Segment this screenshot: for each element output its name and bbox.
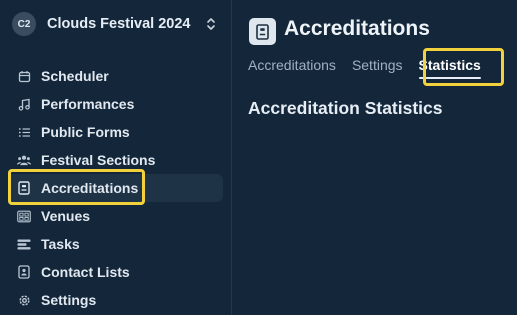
sidebar-item-performances[interactable]: Performances	[8, 90, 223, 118]
sidebar-item-label: Tasks	[41, 236, 80, 252]
tasks-icon	[17, 237, 31, 251]
page-title: Accreditations	[284, 17, 430, 40]
gear-icon	[17, 293, 31, 307]
sidebar-item-label: Accreditations	[41, 180, 139, 196]
sidebar-item-contact-lists[interactable]: Contact Lists	[8, 258, 223, 286]
main-content: Accreditations Accreditations Settings S…	[232, 0, 517, 315]
sidebar-item-tasks[interactable]: Tasks	[8, 230, 223, 258]
sidebar-item-label: Venues	[41, 208, 91, 224]
calendar-icon	[17, 69, 31, 83]
org-avatar: C2	[12, 12, 36, 36]
sidebar: C2 Clouds Festival 2024 Scheduler Perfor…	[0, 0, 232, 315]
sidebar-item-scheduler[interactable]: Scheduler	[8, 62, 223, 90]
tab-accreditations[interactable]: Accreditations	[248, 55, 336, 79]
music-note-icon	[17, 97, 31, 111]
sidebar-item-label: Festival Sections	[41, 152, 156, 168]
sidebar-item-label: Public Forms	[41, 124, 130, 140]
section-title: Accreditation Statistics	[248, 98, 443, 118]
sidebar-item-label: Settings	[41, 292, 97, 308]
sidebar-item-festival-sections[interactable]: Festival Sections	[8, 146, 223, 174]
sidebar-item-label: Contact Lists	[41, 264, 130, 280]
sidebar-item-label: Performances	[41, 96, 135, 112]
contact-book-icon	[17, 265, 31, 279]
org-name: Clouds Festival 2024	[47, 16, 191, 32]
org-switcher[interactable]: C2 Clouds Festival 2024	[12, 11, 222, 37]
sidebar-item-label: Scheduler	[41, 68, 109, 84]
sidebar-nav: Scheduler Performances Public Forms Fest…	[8, 62, 223, 314]
list-icon	[17, 125, 31, 139]
sidebar-item-public-forms[interactable]: Public Forms	[8, 118, 223, 146]
tab-statistics[interactable]: Statistics	[418, 55, 482, 79]
badge-icon	[249, 18, 276, 45]
tab-bar: Accreditations Settings Statistics	[248, 55, 497, 79]
sidebar-item-accreditations[interactable]: Accreditations	[8, 174, 223, 202]
chevron-up-down-icon	[207, 18, 215, 30]
users-icon	[17, 153, 31, 167]
sidebar-item-settings[interactable]: Settings	[8, 286, 223, 314]
tab-settings[interactable]: Settings	[352, 55, 403, 79]
badge-icon	[17, 181, 31, 195]
sidebar-item-venues[interactable]: Venues	[8, 202, 223, 230]
grid-icon	[17, 209, 31, 223]
